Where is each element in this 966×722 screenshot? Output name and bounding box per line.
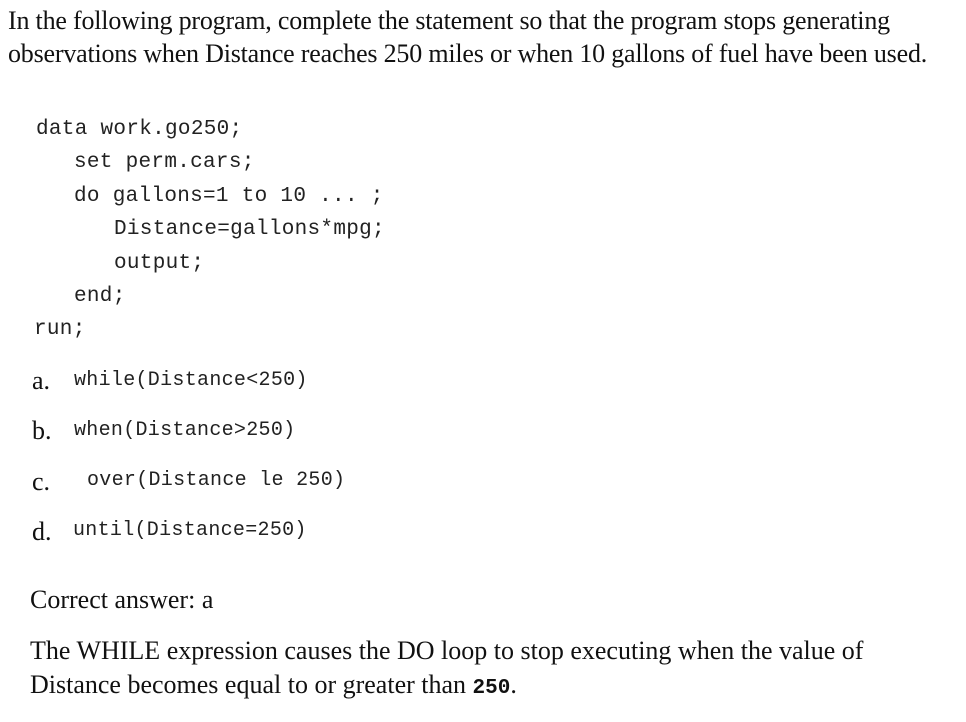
option-code: while(Distance<250) (74, 369, 308, 392)
option-letter: c. (32, 467, 51, 496)
option-code: until(Distance=250) (73, 519, 307, 542)
explanation-body: The WHILE expression causes the DO loop … (30, 636, 864, 699)
code-line: set perm.cars; (74, 151, 255, 174)
code-line: output; (114, 252, 205, 275)
code-line: do gallons=1 to 10 ... ; (74, 185, 384, 208)
option-letter: d. (32, 517, 52, 546)
explanation-text: The WHILE expression causes the DO loop … (30, 634, 950, 706)
question-text: In the following program, complete the s… (8, 6, 928, 68)
code-line: data work.go250; (36, 118, 243, 141)
explanation-end: . (510, 670, 517, 699)
correct-answer: Correct answer: a (30, 585, 214, 614)
explanation-value: 250 (472, 677, 511, 700)
option-code: when(Distance>250) (74, 419, 296, 442)
code-line: Distance=gallons*mpg; (114, 218, 385, 241)
code-line: run; (34, 318, 86, 341)
option-code: over(Distance le 250) (87, 469, 346, 492)
option-letter: a. (32, 366, 51, 395)
option-letter: b. (32, 416, 52, 445)
code-line: end; (74, 285, 126, 308)
